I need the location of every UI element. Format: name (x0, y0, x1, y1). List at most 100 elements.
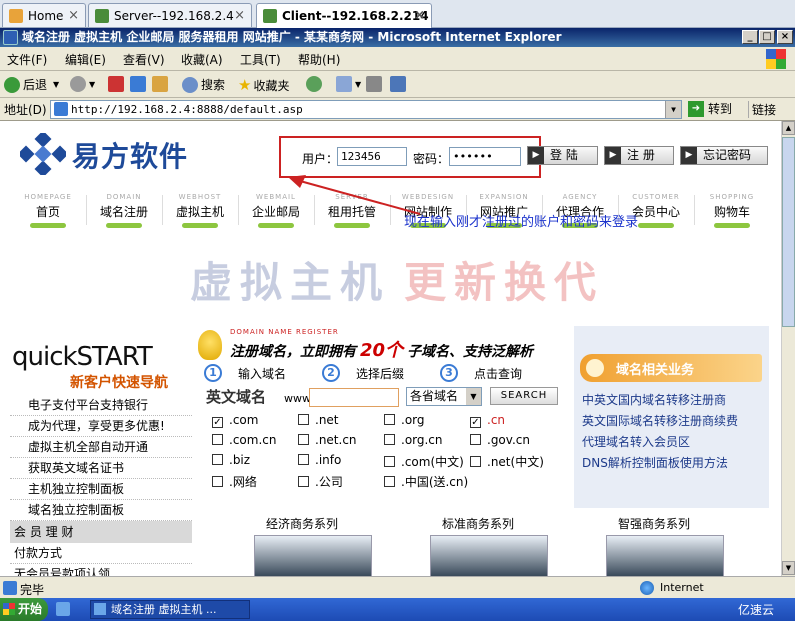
domain-ext-option[interactable]: .中国(送.cn) (384, 473, 468, 490)
edit-button[interactable] (390, 76, 409, 92)
ext-checkbox[interactable] (384, 414, 395, 425)
links-button[interactable]: 链接 (748, 101, 776, 118)
ext-checkbox[interactable] (384, 434, 395, 445)
region-select[interactable]: 各省域名 ▼ (406, 387, 482, 406)
side-item[interactable]: 域名独立控制面板 (10, 500, 192, 521)
scroll-down-icon[interactable]: ▼ (782, 561, 795, 575)
ext-checkbox[interactable] (298, 454, 309, 465)
domain-ext-option[interactable]: .网络 (212, 473, 257, 490)
menu-file[interactable]: 文件(F) (7, 51, 47, 68)
register-button[interactable]: ▶ 注 册 (604, 146, 674, 165)
side-item[interactable]: 获取英文域名证书 (10, 458, 192, 479)
side-item[interactable]: 无会员号款项认领 (10, 564, 192, 576)
history-button[interactable] (306, 76, 325, 92)
related-link[interactable]: 中英文国内域名转移注册商 (582, 390, 738, 411)
go-button[interactable]: ➜ 转到 (688, 100, 732, 117)
back-button[interactable]: 后退 ▼ (4, 76, 59, 93)
server-image[interactable] (430, 535, 548, 576)
close-icon[interactable]: × (68, 8, 79, 23)
ext-checkbox[interactable]: ✓ (212, 417, 223, 428)
refresh-button[interactable] (130, 76, 149, 92)
nav-item[interactable]: WEBHOST 虚拟主机 (162, 193, 238, 228)
nav-item-underline (258, 223, 294, 228)
side-item[interactable]: 付款方式 (10, 543, 192, 564)
address-input[interactable]: http://192.168.2.4:8888/default.asp ▼ (50, 100, 682, 119)
side-item[interactable]: 主机独立控制面板 (10, 479, 192, 500)
chevron-down-icon[interactable]: ▼ (665, 101, 681, 118)
username-field[interactable]: 123456 (337, 147, 407, 166)
side-item[interactable]: 虚拟主机全部自动开通 (10, 437, 192, 458)
search-button[interactable]: 搜索 (182, 76, 225, 93)
domain-ext-option[interactable]: .公司 (298, 473, 343, 490)
scroll-up-icon[interactable]: ▲ (782, 121, 795, 135)
ext-checkbox[interactable] (470, 434, 481, 445)
promo-banner: 虚拟主机 更新换代 (190, 249, 604, 310)
menu-edit[interactable]: 编辑(E) (65, 51, 106, 68)
search-button[interactable]: SEARCH (490, 387, 558, 405)
related-link[interactable]: DNS解析控制面板使用方法 (582, 453, 738, 474)
nav-item[interactable]: DOMAIN 域名注册 (86, 193, 162, 228)
home-button[interactable] (152, 76, 171, 92)
host-tab-home[interactable]: Home × (2, 3, 86, 27)
nav-item[interactable]: HOMEPAGE 首页 (10, 193, 86, 228)
ext-checkbox[interactable]: ✓ (470, 417, 481, 428)
menu-favorites[interactable]: 收藏(A) (181, 51, 223, 68)
ext-checkbox[interactable] (212, 434, 223, 445)
start-button[interactable]: 开始 (0, 598, 48, 621)
domain-ext-option[interactable]: .com(中文) (384, 453, 464, 470)
ext-checkbox[interactable] (470, 456, 481, 467)
domain-ext-option[interactable]: .net(中文) (470, 453, 544, 470)
ext-checkbox[interactable] (384, 456, 395, 467)
minimize-button[interactable]: _ (742, 30, 758, 44)
maximize-button[interactable]: □ (759, 30, 775, 44)
side-item[interactable]: 成为代理，享受更多优惠! (10, 416, 192, 437)
menu-help[interactable]: 帮助(H) (298, 51, 340, 68)
taskbar-window-button[interactable]: 域名注册 虚拟主机 ... (90, 600, 250, 619)
domain-input[interactable] (309, 388, 399, 407)
side-item[interactable]: 电子支付平台支持银行 (10, 395, 192, 416)
headline-part-b: 子域名、支持泛解析 (407, 344, 534, 360)
domain-ext-option[interactable]: ✓ .com (212, 413, 258, 428)
server-image[interactable] (606, 535, 724, 576)
host-tab-server[interactable]: Server--192.168.2.4 × (88, 3, 252, 27)
nav-item-underline (714, 223, 750, 228)
related-link[interactable]: 代理域名转入会员区 (582, 432, 738, 453)
nav-item-en: CUSTOMER (632, 193, 680, 201)
close-button[interactable]: × (777, 30, 793, 44)
vertical-scrollbar[interactable]: ▲ ▼ (781, 121, 795, 576)
ext-checkbox[interactable] (298, 414, 309, 425)
site-logo[interactable]: 易方软件 (72, 135, 188, 175)
password-field[interactable]: •••••• (449, 147, 521, 166)
related-link[interactable]: 英文国际域名转移注册商续费 (582, 411, 738, 432)
scroll-thumb[interactable] (782, 137, 795, 327)
ext-checkbox[interactable] (212, 454, 223, 465)
close-icon[interactable]: × (414, 8, 425, 23)
domain-ext-option[interactable]: .org.cn (384, 433, 443, 447)
domain-ext-option[interactable]: .gov.cn (470, 433, 530, 447)
host-tab-client[interactable]: Client--192.168.2.214 × (256, 3, 432, 28)
forward-button[interactable]: ▼ (70, 76, 95, 92)
close-icon[interactable]: × (234, 8, 245, 23)
menu-view[interactable]: 查看(V) (123, 51, 165, 68)
mail-button[interactable]: ▼ (336, 76, 361, 92)
domain-ext-option[interactable]: .biz (212, 453, 250, 467)
menu-tools[interactable]: 工具(T) (240, 51, 281, 68)
stop-button[interactable] (108, 76, 127, 92)
print-button[interactable] (366, 76, 385, 92)
server-image[interactable] (254, 535, 372, 576)
ext-checkbox[interactable] (298, 434, 309, 445)
domain-ext-option[interactable]: .info (298, 453, 341, 467)
domain-ext-option[interactable]: ✓ .cn (470, 413, 505, 428)
login-button[interactable]: ▶ 登 陆 (527, 146, 598, 165)
domain-ext-option[interactable]: .net.cn (298, 433, 357, 447)
forgot-password-button[interactable]: ▶ 忘记密码 (680, 146, 768, 165)
domain-ext-option[interactable]: .net (298, 413, 339, 427)
domain-ext-option[interactable]: .com.cn (212, 433, 276, 447)
ie-quicklaunch-icon[interactable] (56, 602, 70, 616)
ext-checkbox[interactable] (298, 476, 309, 487)
nav-item[interactable]: SHOPPING 购物车 (694, 193, 770, 228)
ext-checkbox[interactable] (212, 476, 223, 487)
ext-checkbox[interactable] (384, 476, 395, 487)
domain-ext-option[interactable]: .org (384, 413, 425, 427)
favorites-button[interactable]: ★ 收藏夹 (238, 76, 289, 94)
